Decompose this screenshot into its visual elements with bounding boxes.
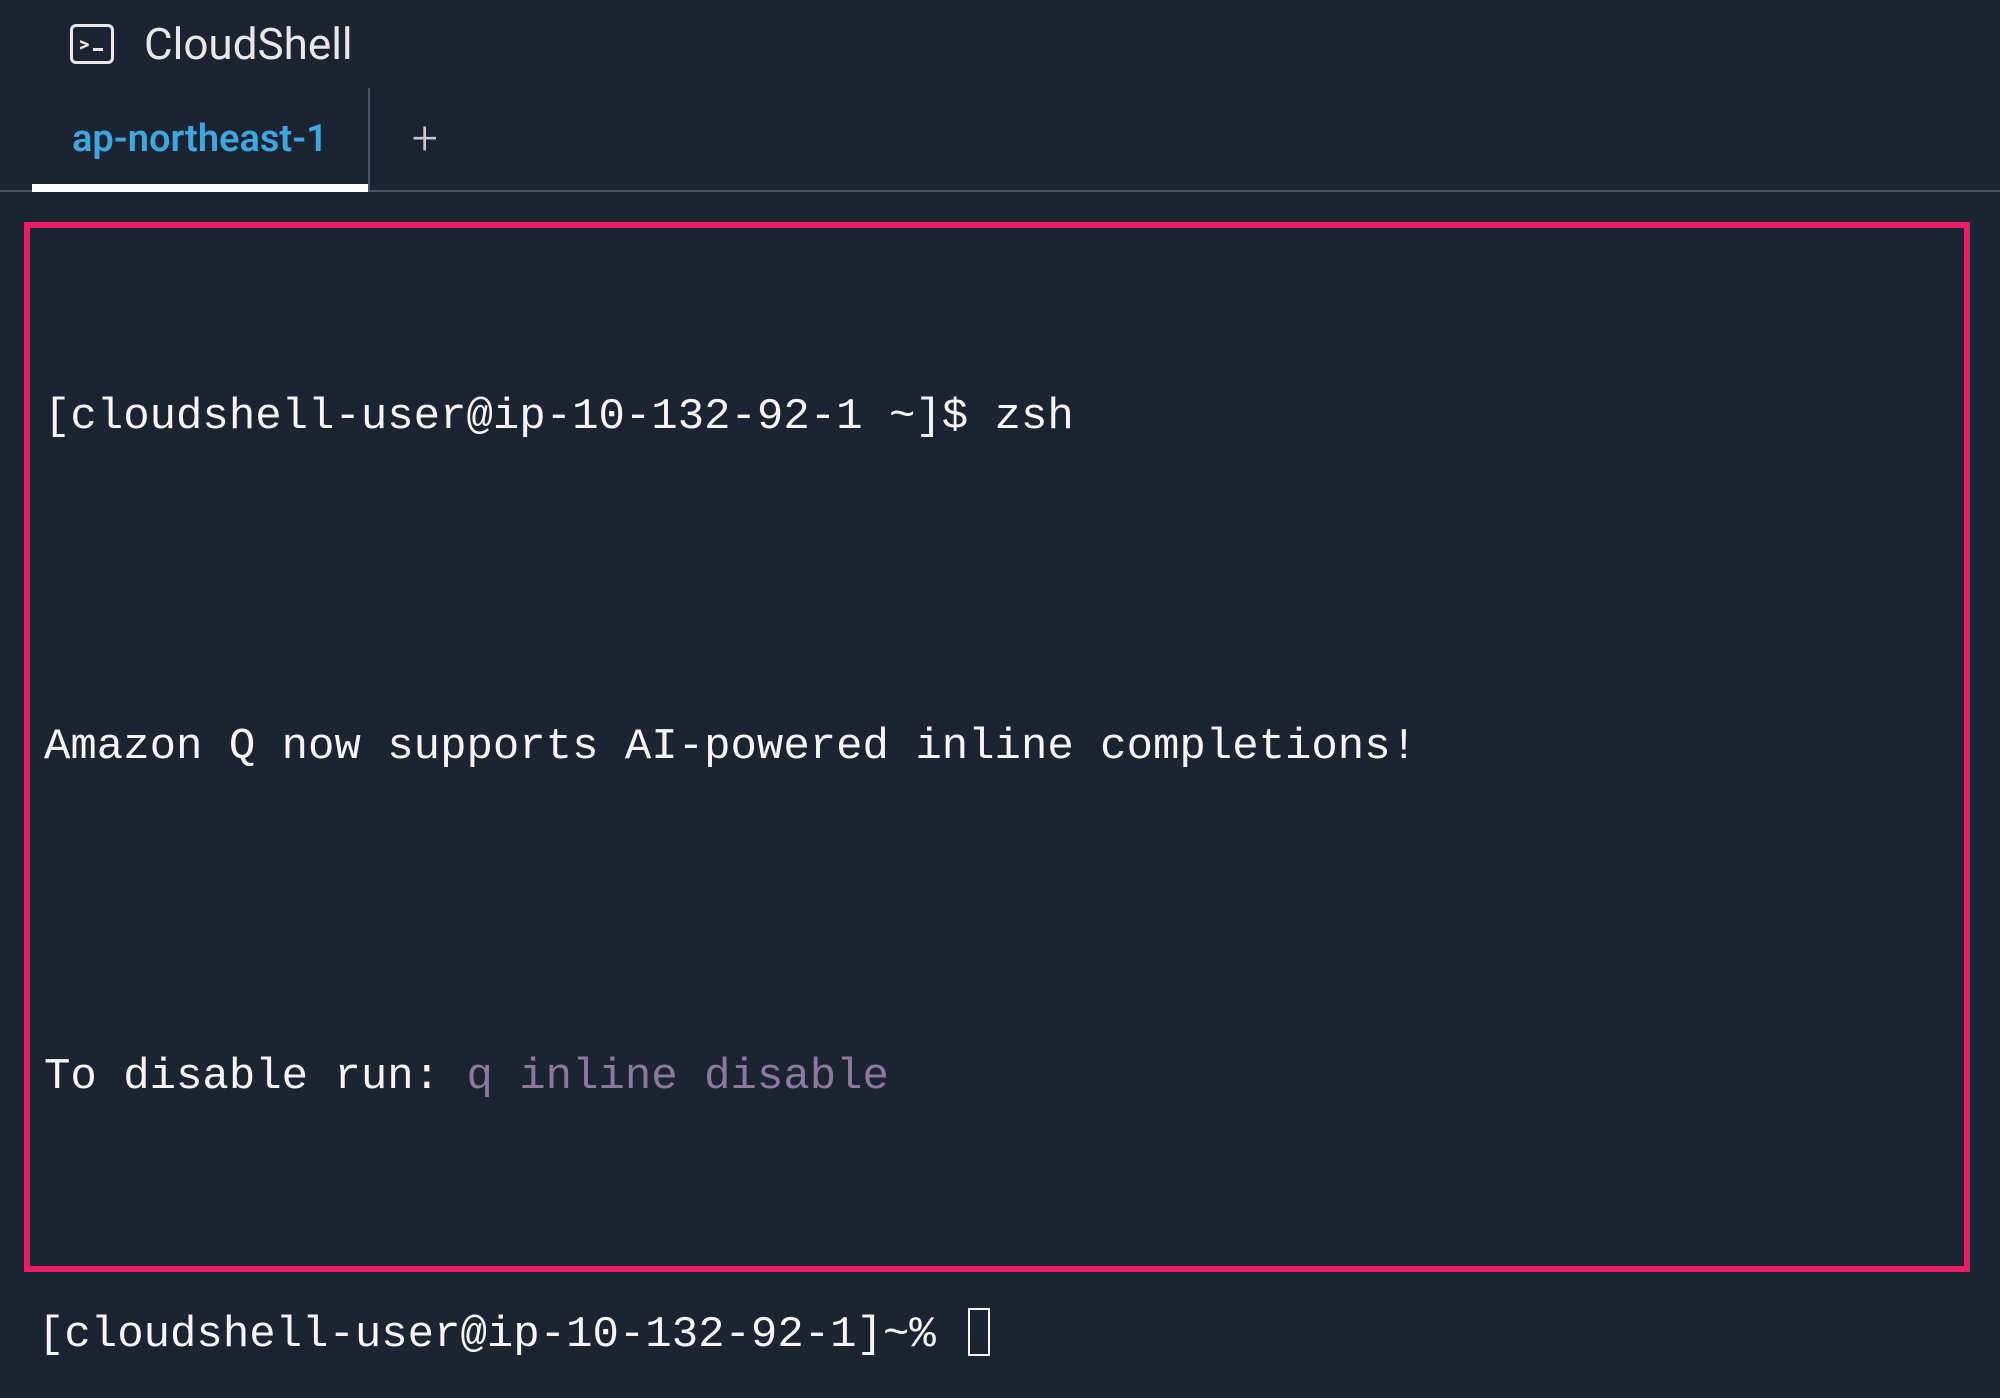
terminal-line-3: To disable run: q inline disable [44, 1044, 1954, 1110]
terminal-line-2: Amazon Q now supports AI-powered inline … [44, 714, 1954, 780]
terminal-line-1: [cloudshell-user@ip-10-132-92-1 ~]$ zsh [44, 384, 1954, 450]
terminal-prompt-current[interactable]: [cloudshell-user@ip-10-132-92-1]~% [24, 1302, 1970, 1368]
terminal-content[interactable]: [cloudshell-user@ip-10-132-92-1 ~]$ zsh … [0, 192, 2000, 1398]
tab-bar: ap-northeast-1 + [0, 88, 2000, 192]
highlight-annotation: [cloudshell-user@ip-10-132-92-1 ~]$ zsh … [24, 222, 1970, 1272]
cursor-icon [968, 1308, 990, 1356]
app-title: CloudShell [144, 18, 353, 70]
add-tab-button[interactable]: + [370, 88, 480, 190]
terminal-icon: > [70, 24, 114, 64]
plus-icon: + [412, 112, 438, 166]
tab-label: ap-northeast-1 [72, 117, 328, 161]
tab-region[interactable]: ap-northeast-1 [32, 88, 370, 190]
header-bar: > CloudShell [0, 0, 2000, 88]
